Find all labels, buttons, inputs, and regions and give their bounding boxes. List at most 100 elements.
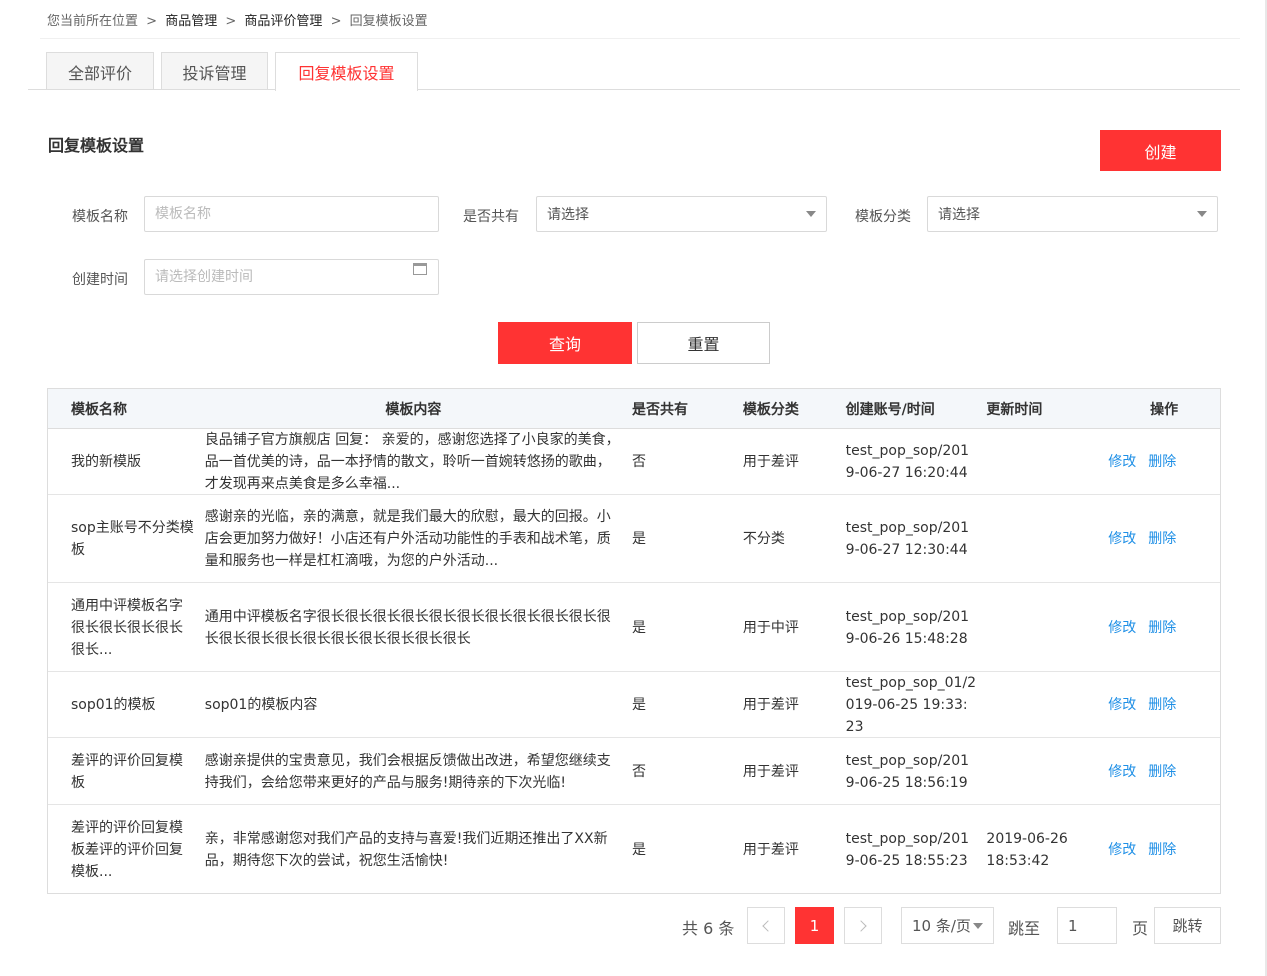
row-shared: 是: [632, 619, 647, 636]
table-row: 差评的评价回复模板 感谢亲提供的宝贵意见，我们会根据反馈做出改进，希望您继续支持…: [48, 738, 1220, 805]
row-updated: 2019-06-26 18:53:42: [986, 830, 1068, 869]
table-row: 通用中评模板名字很长很长很长很长很长... 通用中评模板名字很长很长很长很长很长…: [48, 583, 1220, 672]
templates-table: 模板名称 模板内容 是否共有 模板分类 创建账号/时间 更新时间 操作 我的新模…: [47, 388, 1221, 894]
row-shared: 是: [632, 531, 647, 547]
row-content: 感谢亲提供的宝贵意见，我们会根据反馈做出改进，希望您继续支持我们，会给您带来更好…: [204, 752, 611, 791]
row-actions: 修改 删除: [1108, 495, 1220, 582]
delete-link[interactable]: 删除: [1148, 761, 1176, 783]
tab-complaints[interactable]: 投诉管理: [161, 52, 268, 90]
row-content: sop01的模板内容: [204, 697, 318, 713]
row-content: 良品铺子官方旗舰店 回复： 亲爱的，感谢您选择了小良家的美食，品一首优美的诗，品…: [204, 432, 620, 492]
shared-select[interactable]: 请选择: [536, 196, 827, 232]
row-creator: test_pop_sop/2019-06-27 12:30:44: [845, 520, 970, 558]
table-row: 我的新模版 良品铺子官方旗舰店 回复： 亲爱的，感谢您选择了小良家的美食，品一首…: [48, 429, 1220, 495]
create-button[interactable]: 创建: [1100, 130, 1221, 171]
breadcrumb-separator: >: [330, 14, 342, 29]
reset-button[interactable]: 重置: [637, 322, 770, 364]
column-header-creator: 创建账号/时间: [845, 401, 935, 418]
delete-link[interactable]: 删除: [1148, 839, 1176, 861]
breadcrumb-item-goods[interactable]: 商品管理: [165, 14, 217, 29]
row-category: 用于中评: [742, 619, 799, 636]
row-shared: 否: [632, 454, 647, 470]
breadcrumb: 您当前所在位置 > 商品管理 > 商品评价管理 > 回复模板设置: [47, 10, 428, 29]
tab-bar: 全部评价 投诉管理 回复模板设置: [46, 52, 425, 91]
column-header-name: 模板名称: [71, 401, 127, 418]
breadcrumb-separator: >: [146, 14, 158, 29]
chevron-down-icon: [973, 923, 983, 929]
tab-divider: [28, 89, 1240, 90]
row-category: 用于差评: [742, 841, 799, 858]
delete-link[interactable]: 删除: [1148, 694, 1176, 716]
table-row: sop主账号不分类模板 感谢亲的光临，亲的满意，就是我们最大的欣慰，最大的回报。…: [48, 495, 1220, 583]
edit-link[interactable]: 修改: [1108, 694, 1136, 716]
calendar-icon[interactable]: [413, 263, 427, 275]
row-actions: 修改 删除: [1108, 583, 1220, 671]
row-name: 差评的评价回复模板: [71, 752, 183, 791]
jump-page-input[interactable]: 1: [1057, 907, 1117, 944]
template-name-label: 模板名称: [72, 209, 128, 225]
jump-button[interactable]: 跳转: [1154, 907, 1221, 944]
row-category: 用于差评: [742, 454, 799, 470]
page-size-select[interactable]: 10 条/页: [901, 907, 994, 944]
table-header: 模板名称 模板内容 是否共有 模板分类 创建账号/时间 更新时间 操作: [48, 389, 1220, 429]
breadcrumb-item-reviews[interactable]: 商品评价管理: [244, 14, 322, 29]
section-title: 回复模板设置: [48, 136, 145, 155]
row-creator: test_pop_sop/2019-06-25 18:55:23: [845, 830, 970, 869]
jump-label: 跳至: [1008, 919, 1041, 938]
template-name-input[interactable]: [144, 196, 439, 232]
row-name: 我的新模版: [71, 454, 141, 470]
row-content: 感谢亲的光临，亲的满意，就是我们最大的欣慰，最大的回报。小店会更加努力做好！小店…: [204, 509, 611, 569]
edit-link[interactable]: 修改: [1108, 761, 1136, 783]
row-creator: test_pop_sop/2019-06-25 18:56:19: [845, 752, 970, 791]
column-header-content: 模板内容: [385, 401, 442, 418]
category-select[interactable]: 请选择: [927, 196, 1218, 232]
edit-link[interactable]: 修改: [1108, 617, 1136, 639]
row-actions: 修改 删除: [1108, 805, 1220, 893]
pagination-total: 共 6 条: [682, 919, 735, 938]
row-name: sop01的模板: [71, 697, 156, 713]
row-creator: test_pop_sop/2019-06-27 16:20:44: [845, 443, 970, 481]
edit-link[interactable]: 修改: [1108, 451, 1136, 473]
row-creator: test_pop_sop/2019-06-26 15:48:28: [845, 608, 970, 647]
next-page-button[interactable]: [844, 907, 882, 944]
breadcrumb-separator: >: [225, 14, 237, 29]
row-shared: 否: [632, 763, 647, 780]
tab-all-reviews[interactable]: 全部评价: [46, 52, 154, 90]
created-time-picker[interactable]: [144, 259, 439, 295]
prev-page-button[interactable]: [747, 907, 785, 944]
created-time-input[interactable]: [144, 259, 439, 295]
chevron-left-icon: [762, 919, 774, 932]
row-updated: [986, 672, 1108, 737]
row-updated: [986, 738, 1108, 804]
delete-link[interactable]: 删除: [1148, 451, 1176, 473]
row-content: 通用中评模板名字很长很长很长很长很长很长很长很长很长很长很长很长很长很长很长很长…: [204, 608, 611, 647]
column-header-category: 模板分类: [742, 401, 799, 418]
row-updated: [986, 495, 1108, 582]
edit-link[interactable]: 修改: [1108, 839, 1136, 861]
table-row: sop01的模板 sop01的模板内容 是 用于差评 test_pop_sop_…: [48, 672, 1220, 738]
edit-link[interactable]: 修改: [1108, 528, 1136, 550]
row-updated: [986, 583, 1108, 671]
breadcrumb-current: 回复模板设置: [349, 14, 428, 29]
breadcrumb-divider: [40, 38, 1240, 39]
row-category: 用于差评: [742, 763, 799, 780]
delete-link[interactable]: 删除: [1148, 528, 1176, 550]
chevron-right-icon: [855, 919, 867, 932]
category-select-value: 请选择: [938, 207, 980, 223]
row-category: 用于差评: [742, 697, 799, 713]
row-actions: 修改 删除: [1108, 672, 1220, 737]
chevron-down-icon: [1197, 211, 1207, 217]
row-shared: 是: [632, 697, 647, 713]
created-time-label: 创建时间: [72, 272, 128, 288]
chevron-down-icon: [806, 211, 816, 217]
row-shared: 是: [632, 841, 647, 858]
delete-link[interactable]: 删除: [1148, 617, 1176, 639]
row-name: sop主账号不分类模板: [71, 520, 194, 558]
query-button[interactable]: 查询: [498, 322, 632, 364]
row-updated: [986, 429, 1108, 494]
tab-reply-templates[interactable]: 回复模板设置: [275, 52, 418, 91]
shared-label: 是否共有: [463, 209, 519, 225]
row-category: 不分类: [742, 531, 785, 547]
row-name: 通用中评模板名字很长很长很长很长很长...: [71, 597, 183, 658]
page-button-current[interactable]: 1: [795, 907, 834, 944]
